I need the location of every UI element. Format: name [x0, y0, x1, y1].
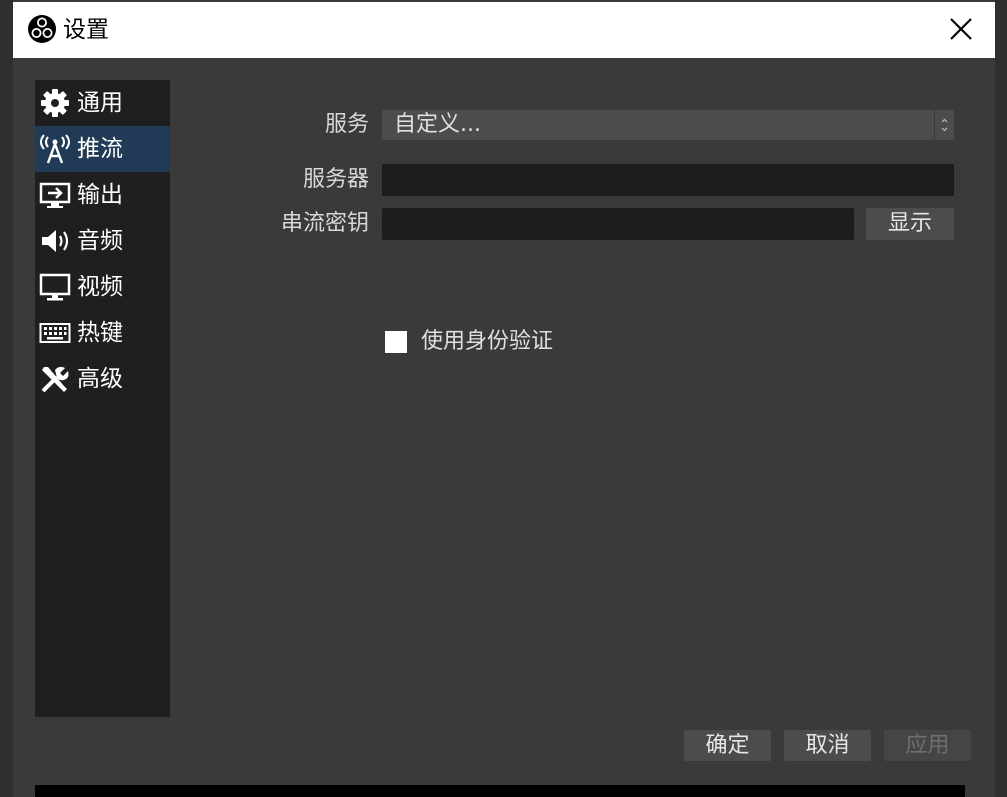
settings-window: 设置 通用 推流 输出 音频 视频 热键 高级 服务 自定义... 服务器 串流… [0, 0, 1007, 797]
sidebar-item-label: 高级 [77, 366, 123, 392]
service-label: 服务 [324, 112, 369, 137]
apply-button[interactable]: 应用 [884, 730, 971, 761]
speaker-icon [42, 230, 69, 252]
output-monitor-icon [39, 182, 71, 208]
sidebar-item-audio[interactable]: 音频 [35, 218, 170, 264]
sidebar-item-label: 推流 [77, 136, 123, 162]
sidebar-item-label: 输出 [77, 182, 123, 208]
sidebar-item-advanced[interactable]: 高级 [35, 356, 170, 402]
service-select[interactable]: 自定义... [382, 110, 954, 140]
settings-content: 通用 推流 输出 音频 视频 热键 高级 服务 自定义... 服务器 串流密钥 … [13, 58, 995, 797]
bottom-edge [35, 785, 965, 797]
settings-sidebar: 通用 推流 输出 音频 视频 热键 高级 [35, 80, 170, 717]
title-bar: 设置 [13, 2, 995, 58]
ok-button[interactable]: 确定 [684, 730, 771, 761]
sidebar-item-label: 音频 [77, 228, 123, 254]
updown-arrows-icon [934, 110, 948, 140]
sidebar-item-video[interactable]: 视频 [35, 264, 170, 310]
sidebar-item-label: 视频 [77, 274, 123, 300]
window-title: 设置 [63, 17, 109, 43]
monitor-icon [39, 273, 71, 301]
service-selected-value: 自定义... [394, 112, 481, 137]
sidebar-item-label: 通用 [77, 90, 123, 116]
server-input[interactable] [382, 164, 954, 196]
sidebar-item-general[interactable]: 通用 [35, 80, 170, 126]
sidebar-item-hotkeys[interactable]: 热键 [35, 310, 170, 356]
tools-icon [41, 366, 69, 393]
sidebar-item-label: 热键 [77, 320, 123, 346]
cancel-button[interactable]: 取消 [784, 730, 871, 761]
window-frame-right [995, 0, 1007, 797]
sidebar-item-stream[interactable]: 推流 [35, 126, 170, 172]
broadcast-antenna-icon [40, 134, 70, 164]
stream-key-input[interactable] [382, 208, 854, 240]
sidebar-item-output[interactable]: 输出 [35, 172, 170, 218]
show-key-button[interactable]: 显示 [866, 208, 954, 240]
window-frame-left [0, 0, 13, 797]
use-auth-label: 使用身份验证 [421, 329, 554, 354]
gear-icon [41, 89, 69, 117]
keyboard-icon [39, 323, 71, 343]
use-auth-checkbox[interactable] [385, 331, 407, 353]
close-icon[interactable] [947, 15, 975, 43]
server-label: 服务器 [302, 167, 369, 192]
stream-key-label: 串流密钥 [280, 211, 369, 236]
obs-logo-icon [28, 15, 56, 43]
